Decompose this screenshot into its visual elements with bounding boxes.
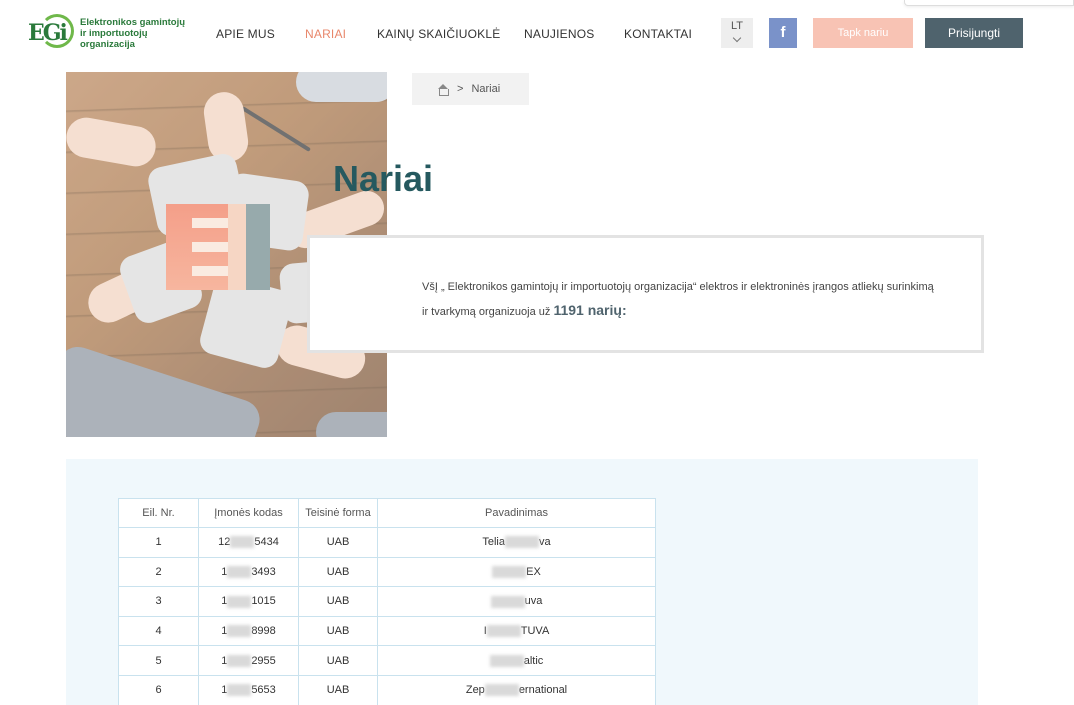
redacted-mask — [227, 565, 252, 578]
language-selector[interactable]: LT — [721, 18, 753, 48]
cell-name-prefix: Telia — [482, 536, 505, 549]
cell-code-suffix: 5434 — [254, 536, 279, 549]
breadcrumb-current: Nariai — [471, 83, 501, 95]
cell-code: 1 2955 — [198, 645, 299, 676]
header-eil-nr[interactable]: Eil. Nr. — [118, 498, 199, 528]
members-section: Eil. Nr. Įmonės kodas Teisinė forma Pava… — [66, 459, 978, 705]
cell-code-suffix: 2955 — [251, 654, 276, 667]
join-button[interactable]: Tapk nariu — [813, 18, 913, 48]
cell-code-suffix: 1015 — [251, 595, 276, 608]
cell-name: Zep ernational — [377, 674, 656, 705]
cell-name: I TUVA — [377, 615, 656, 647]
table-row: 4 1 8998 UAB I TUVA — [118, 615, 656, 647]
cell-name-suffix: TUVA — [520, 625, 550, 638]
redacted-mask — [227, 595, 252, 608]
intro-line-2: ir tvarkymą organizuoja už 1191 narių: — [422, 299, 981, 324]
language-label: LT — [730, 20, 744, 32]
members-table: Eil. Nr. Įmonės kodas Teisinė forma Pava… — [118, 498, 656, 705]
cell-name-suffix: va — [539, 536, 551, 549]
cell-name-suffix: altic — [523, 654, 544, 667]
facebook-icon[interactable]: f — [769, 18, 797, 48]
cell-name: Telia va — [377, 527, 656, 558]
cell-nr: 2 — [118, 556, 199, 588]
redacted-mask — [490, 595, 525, 608]
site-header: EGi Elektronikos gamintojų ir importuoto… — [0, 0, 1074, 68]
table-row: 2 1 3493 UAB EX — [118, 556, 656, 588]
header-imones-kodas[interactable]: Įmonės kodas — [198, 498, 299, 528]
redacted-mask — [227, 684, 252, 697]
cell-code-suffix: 8998 — [251, 625, 276, 638]
cell-name: uva — [377, 586, 656, 617]
table-row: 5 1 2955 UAB altic — [118, 645, 656, 676]
cell-code-suffix: 5653 — [251, 684, 276, 697]
cell-nr: 4 — [118, 615, 199, 647]
site-logo[interactable]: EGi Elektronikos gamintojų ir importuoto… — [28, 14, 190, 52]
breadcrumb: > Nariai — [412, 73, 529, 105]
cell-code-suffix: 3493 — [251, 565, 276, 578]
intro-line-2-prefix: ir tvarkymą organizuoja už — [422, 306, 554, 318]
redacted-mask — [484, 684, 519, 697]
chevron-down-icon — [732, 33, 742, 43]
cell-code: 1 3493 — [198, 556, 299, 588]
breadcrumb-separator: > — [457, 83, 464, 95]
nav-kontaktai[interactable]: KONTAKTAI — [624, 27, 692, 41]
cell-nr: 5 — [118, 645, 199, 676]
intro-box: VšĮ „ Elektronikos gamintojų ir importuo… — [307, 235, 984, 353]
redacted-mask — [227, 654, 252, 667]
redacted-mask — [489, 654, 524, 667]
table-row: 3 1 1015 UAB uva — [118, 586, 656, 617]
cell-code: 12 5434 — [198, 527, 299, 558]
cell-form: UAB — [298, 615, 378, 647]
member-count: 1191 narių: — [553, 302, 627, 318]
cell-code: 1 1015 — [198, 586, 299, 617]
cell-code: 1 5653 — [198, 674, 299, 705]
page-title: Nariai — [333, 158, 434, 199]
home-icon[interactable] — [437, 83, 449, 96]
intro-line-1: VšĮ „ Elektronikos gamintojų ir importuo… — [422, 281, 934, 293]
header-pavadinimas[interactable]: Pavadinimas — [377, 498, 656, 528]
cell-form: UAB — [298, 674, 378, 705]
redacted-mask — [486, 625, 521, 638]
table-header-row: Eil. Nr. Įmonės kodas Teisinė forma Pava… — [118, 498, 656, 528]
cell-name: EX — [377, 556, 656, 588]
cell-form: UAB — [298, 645, 378, 676]
header-teisine-forma[interactable]: Teisinė forma — [298, 498, 378, 528]
cell-code-prefix: 12 — [218, 536, 231, 549]
cell-nr: 1 — [118, 527, 199, 558]
cell-form: UAB — [298, 586, 378, 617]
nav-kainu-skaiciuokle[interactable]: KAINŲ SKAIČIUOKLĖ — [377, 27, 500, 41]
cell-form: UAB — [298, 556, 378, 588]
nav-apie-mus[interactable]: APIE MUS — [216, 27, 275, 41]
table-row: 1 12 5434 UAB Telia va — [118, 527, 656, 558]
logo-text: Elektronikos gamintojų ir importuotojų o… — [80, 16, 186, 50]
nav-nariai[interactable]: NARIAI — [305, 27, 346, 41]
nav-naujienos[interactable]: NAUJIENOS — [524, 27, 594, 41]
cell-name-suffix: EX — [526, 565, 541, 578]
redacted-mask — [230, 536, 255, 549]
redacted-mask — [492, 565, 527, 578]
cell-form: UAB — [298, 527, 378, 558]
logo-letters: EGi — [28, 20, 68, 46]
cell-name-suffix: uva — [524, 595, 543, 608]
table-row: 6 1 5653 UAB Zep ernational — [118, 674, 656, 705]
cell-nr: 3 — [118, 586, 199, 617]
login-button[interactable]: Prisijungti — [925, 18, 1023, 48]
logo-mark: EGi — [28, 14, 76, 52]
cell-name: altic — [377, 645, 656, 676]
cell-name-suffix: ernational — [518, 684, 568, 697]
redacted-mask — [227, 625, 252, 638]
cell-name-prefix: Zep — [465, 684, 485, 697]
cell-nr: 6 — [118, 674, 199, 705]
redacted-mask — [505, 536, 539, 549]
cell-code: 1 8998 — [198, 615, 299, 647]
